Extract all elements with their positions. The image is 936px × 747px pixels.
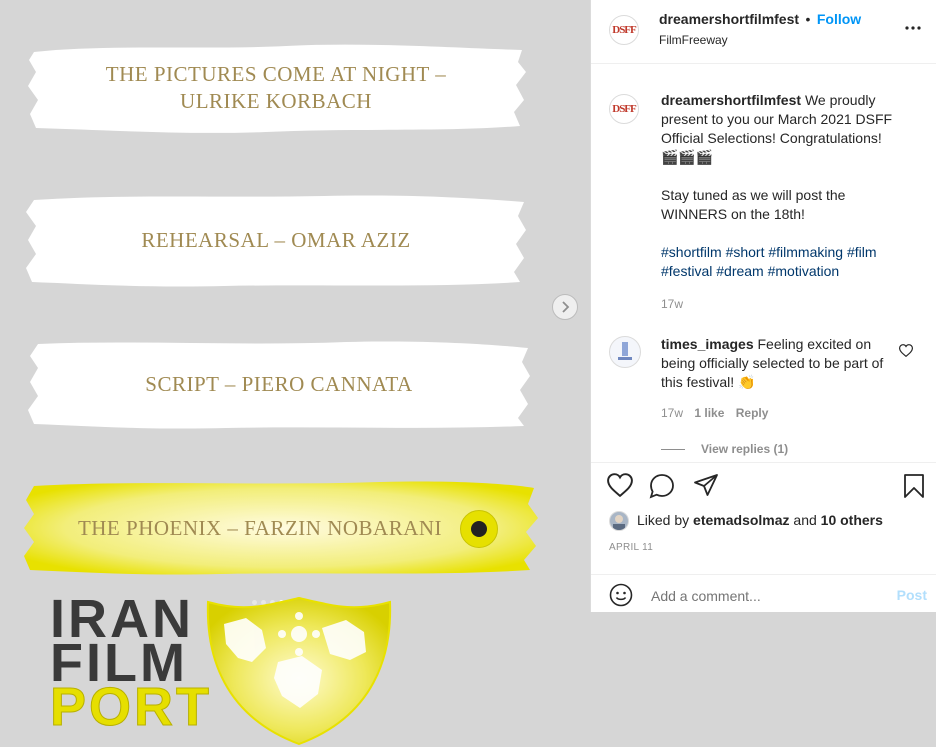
slide-title-2: REHEARSAL – OMAR AZIZ — [24, 192, 528, 288]
iran-map-emblem-icon — [206, 596, 392, 746]
smiley-icon — [609, 583, 633, 607]
liked-by-and: and — [793, 512, 817, 528]
logo-word-port: PORT — [49, 677, 213, 737]
post-panel: DSFF dreamershortfilmfest • Follow FilmF… — [590, 0, 936, 612]
caption-avatar[interactable]: DSFF — [609, 94, 639, 124]
comment: times_images Feeling excited on being of… — [661, 335, 889, 423]
liked-by-user[interactable]: etemadsolmaz — [693, 512, 789, 528]
more-options-button[interactable] — [903, 20, 923, 36]
comment-input[interactable] — [649, 584, 873, 608]
caption-time[interactable]: 17w — [661, 295, 909, 314]
post-actions: Liked by etemadsolmaz and 10 others APRI… — [591, 462, 936, 563]
comment-like-button[interactable] — [898, 344, 914, 362]
slide-2-line1: REHEARSAL – OMAR AZIZ — [141, 227, 411, 252]
comment-avatar-image — [618, 342, 632, 360]
paper-plane-icon — [694, 474, 718, 496]
slide-title-4: THE PHOENIX – FARZIN NOBARANI — [20, 478, 540, 578]
caption-hashtags-line2[interactable]: #festival #dream #motivation — [661, 263, 839, 279]
chevron-right-icon — [562, 301, 570, 313]
comment-avatar[interactable] — [609, 336, 641, 368]
slide-3-line1: SCRIPT – PIERO CANNATA — [145, 371, 413, 396]
replies-divider — [661, 448, 685, 450]
comments-scroll-area[interactable]: DSFF dreamershortfilmfest We proudly pre… — [591, 64, 936, 462]
save-button[interactable] — [903, 473, 925, 504]
add-comment-bar: Post — [591, 574, 936, 614]
post-image[interactable]: THE PICTURES COME AT NIGHT – ULRIKE KORB… — [0, 0, 590, 747]
avatar-text: DSFF — [612, 24, 636, 36]
slide-title-3: SCRIPT – PIERO CANNATA — [26, 338, 532, 430]
emoji-button[interactable] — [609, 583, 633, 612]
heart-icon — [898, 344, 914, 358]
post-comment-button[interactable]: Post — [897, 587, 927, 603]
caption: dreamershortfilmfest We proudly present … — [661, 91, 909, 314]
comment-reply-button[interactable]: Reply — [736, 406, 769, 420]
heart-icon — [607, 473, 633, 498]
slide-title-1: THE PICTURES COME AT NIGHT – ULRIKE KORB… — [26, 40, 526, 135]
more-horizontal-icon — [905, 26, 921, 30]
location-link[interactable]: FilmFreeway — [659, 33, 728, 47]
comment-button[interactable] — [649, 473, 675, 504]
slide-1-line2: ULRIKE KORBACH — [180, 88, 372, 113]
post-date[interactable]: APRIL 11 — [609, 542, 653, 553]
header-username[interactable]: dreamershortfilmfest — [659, 11, 799, 27]
liked-by-others[interactable]: 10 others — [821, 512, 883, 528]
liked-by-avatar[interactable] — [609, 511, 629, 531]
share-button[interactable] — [693, 473, 719, 504]
comment-bubble-icon — [649, 474, 674, 499]
carousel-next-button[interactable] — [552, 294, 578, 320]
view-replies-button[interactable]: View replies (1) — [661, 442, 788, 456]
comment-time[interactable]: 17w — [661, 406, 683, 420]
avatar-text: DSFF — [612, 103, 636, 115]
liked-by-prefix: Liked by — [637, 512, 690, 528]
comment-username[interactable]: times_images — [661, 336, 754, 352]
caption-hashtags-line1[interactable]: #shortfilm #short #filmmaking #film — [661, 244, 877, 260]
slide-4-line1: THE PHOENIX – FARZIN NOBARANI — [77, 515, 443, 540]
caption-username[interactable]: dreamershortfilmfest — [661, 92, 801, 108]
bookmark-icon — [904, 474, 924, 498]
caption-paragraph2: Stay tuned as we will post the WINNERS o… — [661, 187, 846, 222]
liked-by: Liked by etemadsolmaz and 10 others — [637, 512, 883, 528]
follow-button[interactable]: Follow — [817, 11, 861, 27]
slide-1-line1: THE PICTURES COME AT NIGHT – — [105, 61, 447, 86]
cursor-marker — [460, 510, 498, 548]
liked-by-avatar-image — [613, 515, 625, 530]
view-replies-label: View replies (1) — [701, 442, 789, 456]
header-separator: • — [805, 11, 811, 27]
avatar[interactable]: DSFF — [609, 15, 639, 45]
comment-likes[interactable]: 1 like — [694, 406, 724, 420]
like-button[interactable] — [607, 473, 633, 502]
post-header: DSFF dreamershortfilmfest • Follow FilmF… — [591, 0, 936, 64]
caption-emojis: 🎬🎬🎬 — [661, 149, 714, 165]
